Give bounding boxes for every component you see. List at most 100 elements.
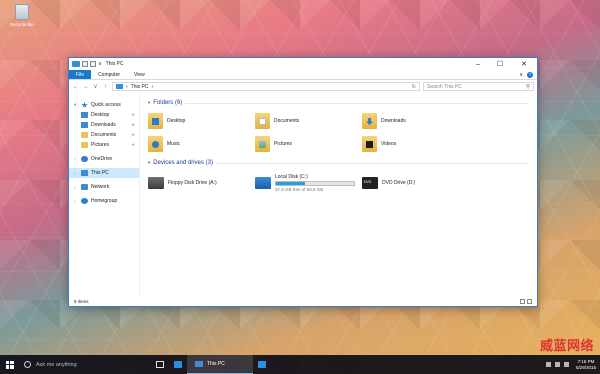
expand-arrow-icon[interactable]: › [74,171,78,176]
expand-arrow-icon[interactable]: ▾ [74,102,78,108]
folder-videos[interactable]: Videos [362,134,469,154]
clock-date: 5/29/2015 [575,364,596,370]
navigation-pane: ▾ Quick access Desktop ✯ Downloads ✯ Doc… [69,94,140,296]
drive-floppy[interactable]: Floppy Disk Drive (A:) [148,173,255,193]
sidebar-item-pictures[interactable]: Pictures ✯ [69,140,139,150]
this-pc-icon [72,61,80,67]
item-count: 9 items [74,298,89,304]
notification-tray-icon[interactable] [563,362,569,367]
store-button[interactable] [253,355,271,374]
this-pc-icon [195,361,203,367]
new-folder-icon[interactable] [90,61,96,67]
taskbar-app-this-pc[interactable]: This PC [187,355,253,374]
folder-label: Music [167,141,181,147]
large-icons-view-icon[interactable] [527,298,532,304]
tab-file[interactable]: File [69,70,92,79]
back-button[interactable]: ← [72,84,79,90]
folder-desktop[interactable]: Desktop [148,111,255,131]
address-row: ← → ∨ ↑ › This PC › ↻ Search This PC ⚲ [69,80,537,93]
collapse-caret-icon[interactable]: ▾ [148,160,150,166]
free-space-text: 37.5 GB free of 59.8 GB [275,187,324,192]
divider [215,162,529,164]
recent-locations-button[interactable]: ∨ [92,83,99,90]
pictures-folder-icon [255,136,270,152]
folder-label: Desktop [167,118,186,124]
sidebar-item-network[interactable]: › Network [69,182,139,192]
expand-arrow-icon[interactable]: › [74,185,78,190]
collapse-caret-icon[interactable]: ▾ [148,100,150,106]
forward-button[interactable]: → [82,84,89,90]
pictures-icon [81,142,88,148]
folder-pictures[interactable]: Pictures [255,134,362,154]
drive-local-c[interactable]: Local Disk (C:) 37.5 GB free of 59.8 GB [255,173,362,193]
volume-tray-icon[interactable] [554,362,560,367]
sidebar-item-homegroup[interactable]: › Homegroup [69,196,139,206]
help-button[interactable]: ? [527,71,533,78]
store-icon [258,361,266,368]
pin-icon: ✯ [131,112,135,117]
folder-music[interactable]: Music [148,134,255,154]
recycle-bin-label: Recycle Bin [10,22,34,27]
this-pc-icon [116,84,123,89]
capacity-bar [275,181,355,186]
start-button[interactable] [0,355,19,374]
drive-label: Floppy Disk Drive (A:) [168,180,217,186]
sidebar-item-label: Downloads [91,122,116,128]
explorer-body: ▾ Quick access Desktop ✯ Downloads ✯ Doc… [69,94,537,296]
cortana-search[interactable]: Ask me anything [19,355,151,374]
windows-logo-icon [5,360,14,369]
folder-label: Pictures [274,141,293,147]
divider [185,102,529,104]
file-explorer-window: ∨ This PC – ☐ ✕ File Computer View ∨ ? ←… [68,57,538,307]
network-tray-icon[interactable] [545,362,551,367]
task-view-button[interactable] [151,355,169,374]
homegroup-icon [81,198,88,204]
desktop-folder-icon [148,113,163,129]
edge-button[interactable] [169,355,187,374]
close-button[interactable]: ✕ [511,58,537,70]
refresh-icon[interactable]: ↻ [412,84,419,90]
details-view-icon[interactable] [520,298,525,304]
pin-icon: ✯ [131,122,135,127]
sidebar-item-documents[interactable]: Documents ✯ [69,130,139,140]
folder-downloads[interactable]: Downloads [362,111,469,131]
search-input[interactable]: Search This PC [427,84,462,90]
expand-arrow-icon[interactable]: › [74,157,78,162]
folders-group-header[interactable]: ▾ Folders (6) [148,98,529,108]
recycle-bin-desktop-icon[interactable]: Recycle Bin [4,4,40,27]
sidebar-item-this-pc[interactable]: › This PC [69,168,139,178]
sidebar-item-label: Pictures [91,142,110,148]
breadcrumb-this-pc[interactable]: This PC [131,84,149,90]
search-box[interactable]: Search This PC ⚲ [423,82,534,91]
minimize-button[interactable]: – [467,58,489,70]
taskbar: Ask me anything This PC 7:16 PM 5/29/201… [0,355,600,374]
tab-computer[interactable]: Computer [91,70,127,79]
folder-label: Downloads [381,118,406,124]
sidebar-item-label: Documents [91,132,117,138]
sidebar-item-onedrive[interactable]: › OneDrive [69,154,139,164]
title-bar[interactable]: ∨ This PC – ☐ ✕ [69,58,537,70]
documents-folder-icon [255,113,270,129]
tab-view[interactable]: View [127,70,152,79]
search-input[interactable]: Ask me anything [36,362,77,368]
drives-group-header[interactable]: ▾ Devices and drives (3) [148,158,529,168]
expand-arrow-icon[interactable]: › [74,199,78,204]
taskbar-app-label: This PC [207,361,225,367]
pin-icon: ✯ [131,142,135,147]
sidebar-item-downloads[interactable]: Downloads ✯ [69,120,139,130]
folder-documents[interactable]: Documents [255,111,362,131]
address-bar[interactable]: › This PC › ↻ [112,82,420,91]
customize-toolbar-button[interactable]: ∨ [98,61,102,67]
maximize-button[interactable]: ☐ [489,58,511,70]
downloads-icon [81,122,88,128]
expand-ribbon-icon[interactable]: ∨ [519,72,523,78]
drive-dvd[interactable]: DVD Drive (D:) [362,173,469,193]
group-title: Folders (6) [153,100,183,106]
clock[interactable]: 7:16 PM 5/29/2015 [576,359,596,371]
properties-icon[interactable] [82,61,88,67]
sidebar-item-label: Homegroup [91,198,118,204]
sidebar-item-label: Quick access [91,102,121,108]
sidebar-item-quick-access[interactable]: ▾ Quick access [69,100,139,110]
up-button[interactable]: ↑ [102,84,109,90]
sidebar-item-desktop[interactable]: Desktop ✯ [69,110,139,120]
